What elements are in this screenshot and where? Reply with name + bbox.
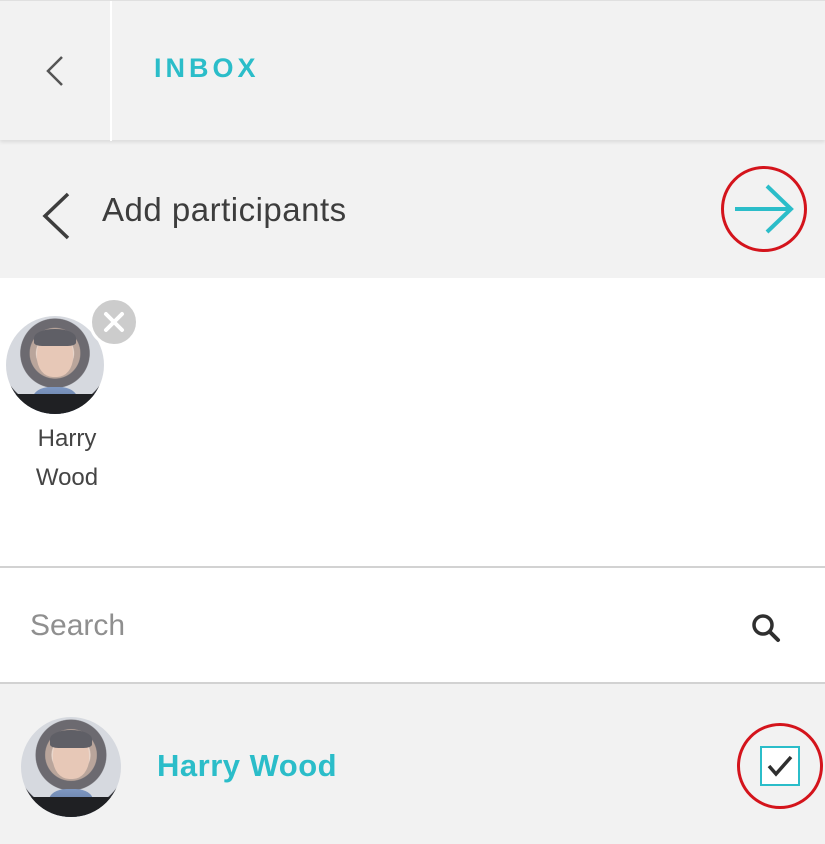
close-icon [104,312,124,332]
search-button[interactable] [746,608,786,648]
arrow-right-icon [735,184,794,234]
participant-last-name: Wood [35,464,99,491]
inbox-back-button[interactable] [0,1,112,141]
search-input[interactable] [28,598,708,654]
inbox-title: INBOX [154,53,260,83]
remove-participant-button[interactable] [89,297,139,347]
next-button[interactable] [721,166,807,252]
avatar [6,316,104,414]
chevron-left-icon [42,192,70,240]
participant-first-name: Harry [37,425,97,452]
participant-name: Harry Wood [6,419,128,497]
add-participants-back-button[interactable] [36,190,76,242]
contact-row[interactable]: Harry Wood [0,684,825,844]
top-bar: INBOX [0,0,825,141]
contact-name: Harry Wood [157,748,338,783]
contact-checkbox-highlight[interactable] [737,723,823,809]
search-icon [752,614,780,642]
contact-checkbox[interactable] [760,746,800,786]
checkmark-icon [767,755,793,777]
avatar [21,717,121,817]
page-title: Add participants [102,191,347,228]
chevron-left-icon [46,56,63,86]
search-bar [0,566,825,684]
